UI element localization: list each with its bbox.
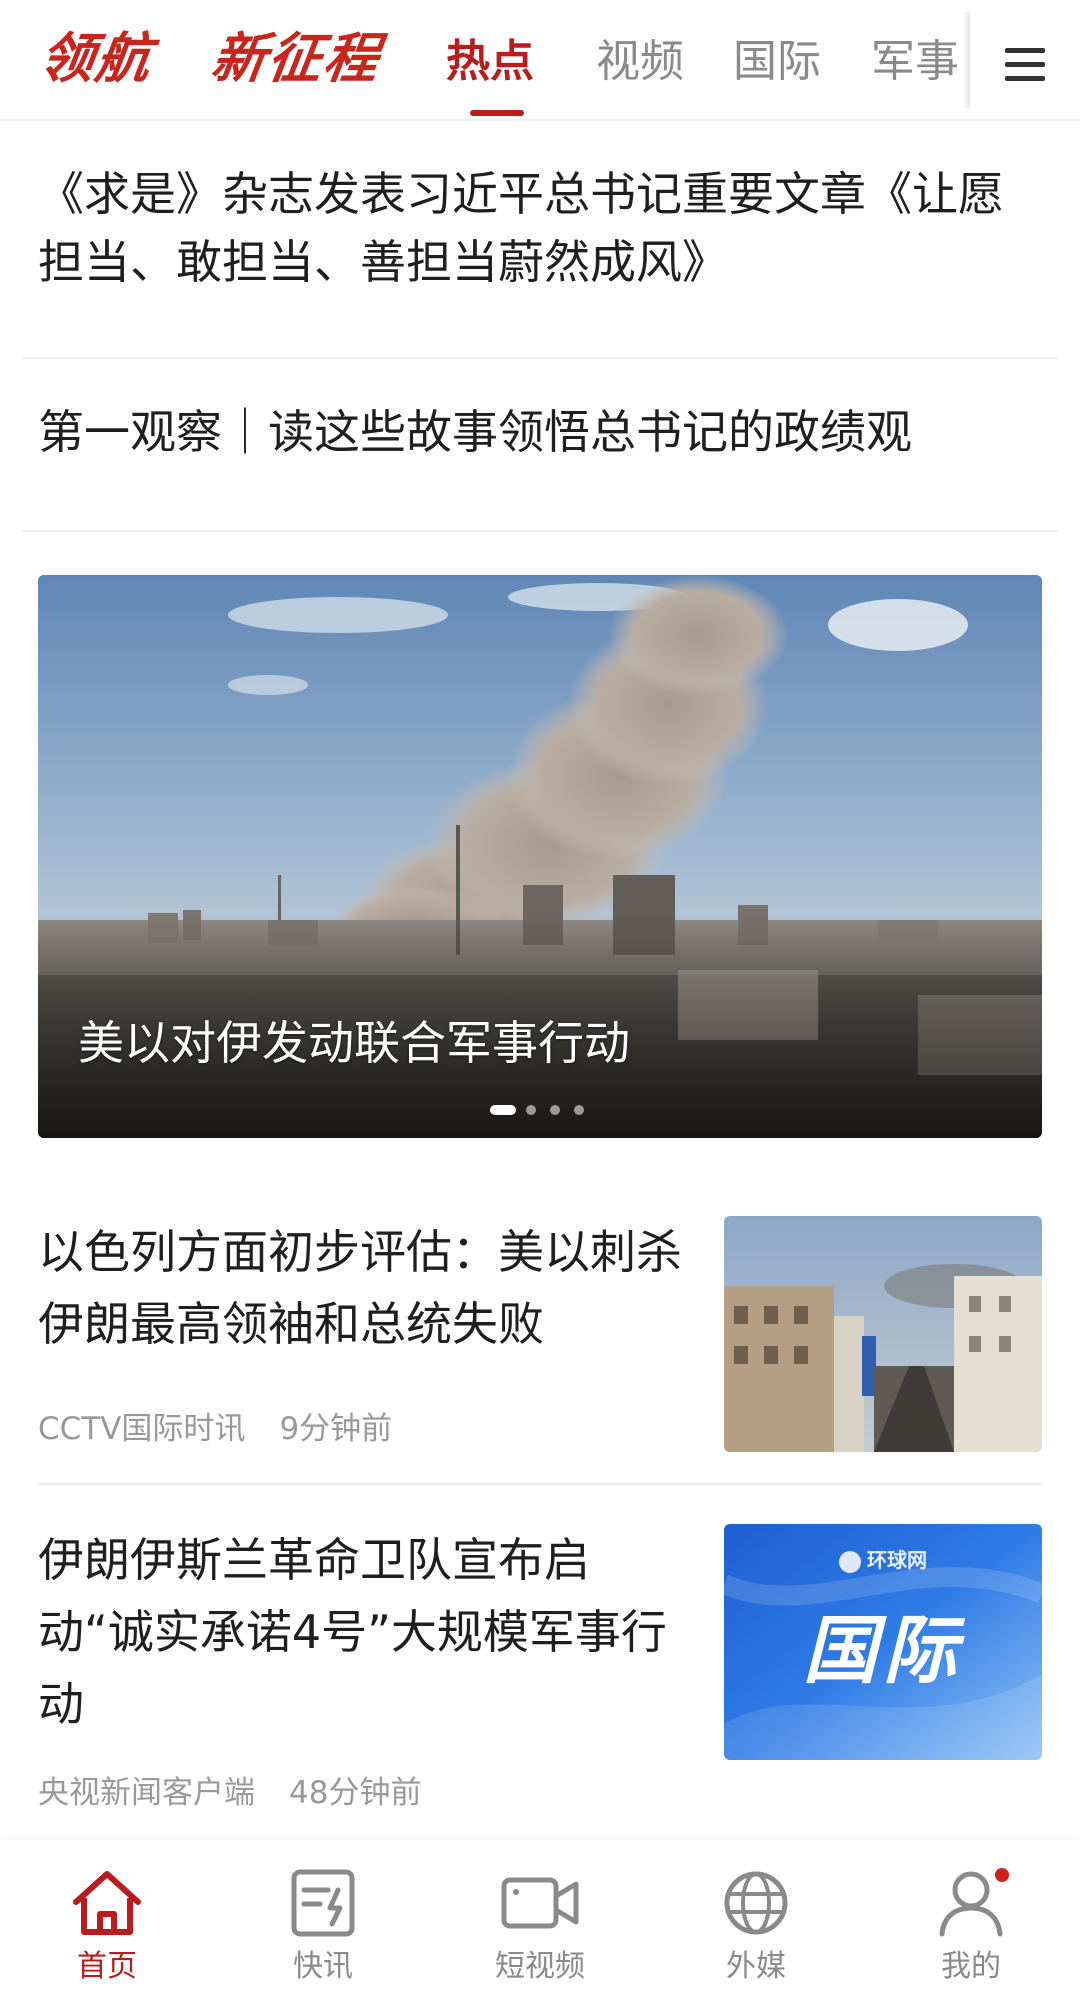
news-meta: 央视新闻客户端 48分钟前	[38, 1773, 421, 1813]
tab-military[interactable]: 军事	[871, 34, 959, 90]
site-logo: 环球网	[724, 1546, 1042, 1574]
headline-first-observation[interactable]: 第一观察｜读这些故事领悟总书记的政绩观	[38, 398, 1048, 466]
thumbnail-label: 国际	[803, 1608, 963, 1694]
nav-short-video-label: 短视频	[495, 1949, 585, 1984]
news-title: 伊朗伊斯兰革命卫队宣布启动“诚实承诺4号”大规模军事行动	[38, 1533, 667, 1731]
news-time: 9分钟前	[279, 1411, 393, 1447]
nav-home-label: 首页	[77, 1949, 137, 1984]
site-logo-icon	[839, 1550, 861, 1573]
tab-international[interactable]: 国际	[733, 34, 821, 90]
notification-badge	[995, 1868, 1009, 1882]
tabs-scroll-shadow	[962, 12, 970, 108]
flash-news-icon	[291, 1869, 355, 1937]
active-tab-indicator	[470, 110, 524, 116]
headline-qiushi[interactable]: 《求是》杂志发表习近平总书记重要文章《让愿担当、敢担当、善担当蔚然成风》	[38, 160, 1048, 296]
video-camera-icon	[501, 1877, 579, 1929]
carousel-dot[interactable]	[490, 1105, 516, 1115]
nav-profile[interactable]: 我的	[896, 1868, 1046, 1993]
news-source: 央视新闻客户端	[38, 1775, 255, 1811]
street-photo	[724, 1216, 1042, 1452]
hero-carousel[interactable]: 美以对伊发动联合军事行动	[38, 575, 1042, 1138]
tab-hot[interactable]: 热点	[446, 34, 534, 90]
nav-foreign-media[interactable]: 外媒	[681, 1868, 831, 1993]
home-icon	[73, 1871, 141, 1935]
brand-logo-xinzhengcheng: 新征程	[207, 27, 385, 90]
nav-flash-news-label: 快讯	[293, 1949, 353, 1984]
carousel-caption: 美以对伊发动联合军事行动	[78, 1016, 630, 1070]
news-meta: CCTV国际时讯 9分钟前	[38, 1409, 392, 1449]
carousel-dot[interactable]	[526, 1105, 536, 1115]
news-time: 48分钟前	[289, 1775, 422, 1811]
menu-button[interactable]	[970, 20, 1080, 110]
globe-icon	[724, 1871, 788, 1935]
divider	[38, 1483, 1042, 1485]
tab-video[interactable]: 视频	[596, 34, 684, 90]
site-logo-label: 环球网	[867, 1548, 927, 1572]
news-source: CCTV国际时讯	[38, 1411, 246, 1447]
nav-flash-news[interactable]: 快讯	[248, 1868, 398, 1993]
news-thumbnail	[724, 1216, 1042, 1452]
divider	[22, 530, 1058, 532]
news-thumbnail: 环球网 国际	[724, 1524, 1042, 1760]
bottom-navigation: 首页 快讯 短视频 外媒 我的	[0, 1840, 1080, 1993]
news-title: 以色列方面初步评估：美以刺杀伊朗最高领袖和总统失败	[38, 1225, 682, 1351]
nav-short-video[interactable]: 短视频	[465, 1868, 615, 1993]
hamburger-menu-icon	[1005, 48, 1045, 82]
nav-home[interactable]: 首页	[32, 1868, 182, 1993]
nav-profile-label: 我的	[941, 1949, 1001, 1984]
divider	[22, 357, 1058, 359]
top-bar: 领航 新征程 热点 视频 国际 军事	[0, 0, 1080, 121]
nav-foreign-media-label: 外媒	[726, 1949, 786, 1984]
carousel-dot[interactable]	[574, 1105, 584, 1115]
brand-logo-lingdhang: 领航	[35, 27, 157, 90]
carousel-dot[interactable]	[550, 1105, 560, 1115]
